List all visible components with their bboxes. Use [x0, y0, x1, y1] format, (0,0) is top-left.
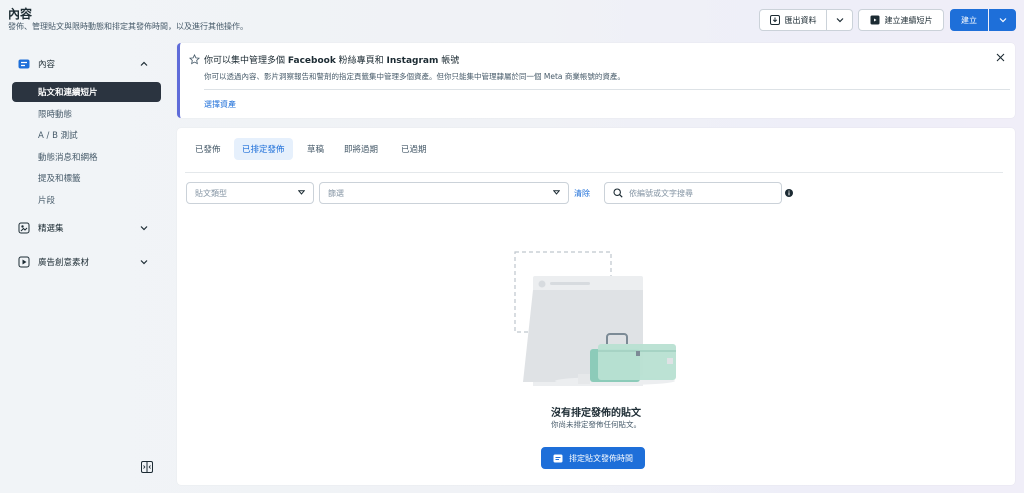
notice-title-prefix: 你可以集中管理多個 [204, 56, 288, 66]
play-icon [18, 256, 30, 268]
post-type-select[interactable]: 貼文類型 [186, 182, 314, 204]
sidebar-item-label: 提及和標籤 [38, 174, 81, 184]
sidebar-item-ab-tests[interactable]: A / B 測試 [12, 125, 161, 145]
search-input[interactable]: 依編號或文字搜尋 [604, 182, 782, 204]
empty-state-subtitle: 你尚未排定發佈任何貼文。 [551, 420, 641, 429]
create-reel-button[interactable]: 建立連續短片 [858, 9, 944, 31]
collection-icon [18, 222, 30, 234]
export-data-button[interactable]: 匯出資料 [759, 9, 827, 31]
notice-description: 你可以透過內容、影片洞察報告和警剤的指定頁籤集中管理多個資產。但你只能集中管理隸… [204, 72, 625, 81]
sidebar-section-label: 精選集 [38, 224, 64, 234]
sidebar-section-ad-creatives[interactable]: 廣告創意素材 [18, 256, 89, 268]
page-title: 內容 [8, 7, 33, 21]
sidebar-item-mentions-tags[interactable]: 提及和標籤 [12, 168, 161, 188]
collapse-sidebar-icon[interactable] [141, 461, 153, 473]
divider [204, 89, 1010, 90]
search-icon [613, 188, 623, 198]
export-data-label: 匯出資料 [784, 15, 817, 25]
post-type-placeholder: 貼文類型 [195, 188, 227, 198]
page-subtitle: 發佈、管理貼文與限時動態和排定其發佈時間，以及進行其他操作。 [8, 22, 248, 31]
tab-label: 已發佈 [195, 145, 221, 155]
star-icon [189, 54, 200, 65]
notice-title-suffix: 帳號 [438, 56, 460, 66]
divider [185, 172, 1003, 173]
export-dropdown-button[interactable] [827, 9, 853, 31]
tab-drafts[interactable]: 草稿 [299, 138, 332, 160]
tab-label: 已排定發佈 [242, 145, 285, 155]
calendar-illustration [514, 251, 676, 386]
filter-select[interactable]: 篩選 [319, 182, 569, 204]
multi-asset-notice: 你可以集中管理多個 Facebook 粉絲專頁和 Instagram 帳號 你可… [177, 43, 1015, 118]
content-panel: 已發佈 已排定發佈 草稿 即將過期 已過期 貼文類型 篩選 清除 依編號或文字搜… [177, 128, 1015, 485]
content-icon [18, 59, 30, 69]
notice-title-facebook: Facebook [287, 56, 336, 66]
tab-expired[interactable]: 已過期 [393, 138, 435, 160]
close-icon[interactable] [996, 53, 1005, 62]
sidebar-item-label: 限時動態 [38, 110, 73, 120]
search-placeholder: 依編號或文字搜尋 [629, 188, 693, 198]
download-icon [769, 15, 780, 25]
create-dropdown-button[interactable] [989, 9, 1016, 31]
notice-title-mid: 粉絲專頁和 [335, 56, 387, 66]
schedule-post-label: 排定貼文發佈時間 [569, 453, 633, 463]
clear-filters-link[interactable]: 清除 [574, 188, 590, 199]
chevron-down-icon [999, 17, 1007, 23]
calendar-icon [553, 454, 563, 463]
notice-title-instagram: Instagram [386, 56, 439, 66]
tab-expiring[interactable]: 即將過期 [336, 138, 386, 160]
sidebar-item-label: 動態消息和網格 [38, 153, 98, 163]
filter-placeholder: 篩選 [328, 188, 344, 198]
tab-scheduled[interactable]: 已排定發佈 [234, 138, 293, 160]
sidebar-item-clips[interactable]: 片段 [12, 190, 161, 210]
chevron-down-icon[interactable] [140, 259, 148, 265]
chevron-down-icon[interactable] [140, 225, 148, 231]
create-label: 建立 [961, 15, 977, 25]
chevron-down-icon [836, 17, 844, 23]
create-button[interactable]: 建立 [950, 9, 988, 31]
caret-down-icon [553, 190, 560, 195]
sidebar-section-content[interactable]: 內容 [18, 58, 55, 70]
tab-label: 草稿 [307, 145, 325, 155]
sidebar: 內容 貼文和連續短片 限時動態 A / B 測試 動態消息和網格 提及和標籤 片… [0, 48, 170, 488]
notice-title: 你可以集中管理多個 Facebook 粉絲專頁和 Instagram 帳號 [204, 53, 459, 66]
sidebar-item-label: 貼文和連續短片 [38, 88, 98, 98]
info-icon[interactable] [785, 189, 793, 197]
sidebar-section-label: 廣告創意素材 [38, 258, 90, 268]
sidebar-item-label: A / B 測試 [38, 131, 78, 141]
caret-down-icon [298, 190, 305, 195]
sidebar-item-label: 片段 [38, 196, 56, 206]
select-assets-link[interactable]: 選擇資產 [204, 99, 236, 110]
sidebar-section-label: 內容 [38, 60, 56, 70]
create-reel-label: 建立連續短片 [884, 15, 933, 25]
tab-label: 即將過期 [344, 145, 379, 155]
schedule-post-button[interactable]: 排定貼文發佈時間 [541, 447, 645, 469]
sidebar-item-feed-grid[interactable]: 動態消息和網格 [12, 147, 161, 167]
sidebar-item-posts-reels[interactable]: 貼文和連續短片 [12, 82, 161, 102]
sidebar-section-collections[interactable]: 精選集 [18, 222, 64, 234]
reel-icon [870, 15, 880, 25]
empty-state-title: 沒有排定發佈的貼文 [551, 408, 641, 419]
chevron-up-icon[interactable] [140, 61, 148, 67]
sidebar-item-stories[interactable]: 限時動態 [12, 104, 161, 124]
page-header: 內容 發佈、管理貼文與限時動態和排定其發佈時間，以及進行其他操作。 匯出資料 建… [0, 0, 1024, 40]
tab-published[interactable]: 已發佈 [187, 138, 229, 160]
tab-label: 已過期 [401, 145, 427, 155]
